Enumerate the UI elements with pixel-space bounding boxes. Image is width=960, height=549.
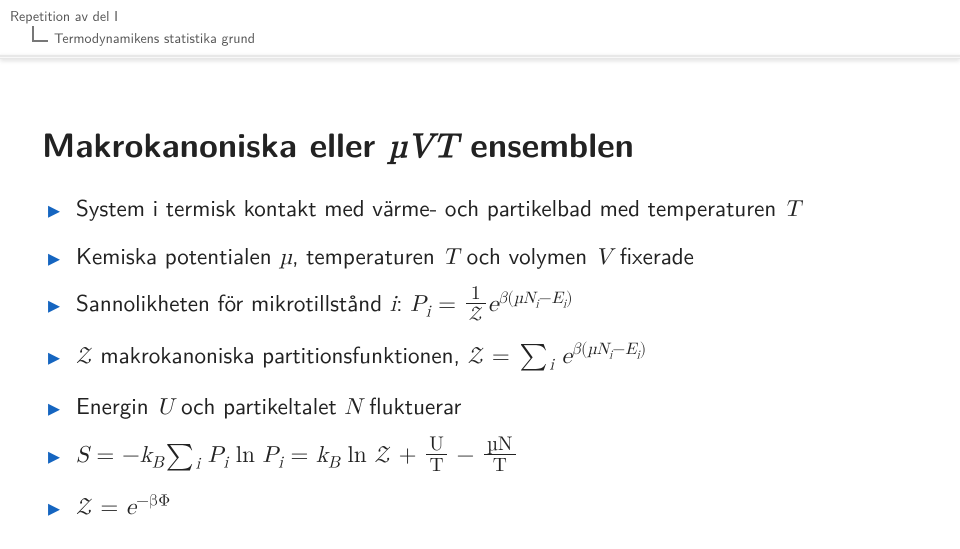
bullet-4-exp: β(µNi−Ei): [572, 342, 647, 358]
breadcrumb: Repetition av del I Termodynamikens stat…: [0, 0, 960, 48]
bullet-3: Sannolikheten för mikrotillstånd i: Pi =…: [42, 285, 918, 327]
bullet-6-eq2: =: [283, 444, 316, 467]
bullet-3-exp: β(µNi−Ei): [498, 291, 573, 307]
bullet-5-suf: fluktuerar: [362, 388, 462, 422]
bullet-6-ln2: ln: [340, 444, 374, 467]
bullet-5-N: N: [344, 396, 361, 419]
bullet-6: S = −kB ∑i Pi ln Pi = kB ln 𝒵 + U T − µN…: [42, 436, 918, 478]
bullet-6-minus: −: [449, 444, 482, 467]
bullet-4: 𝒵 makrokanoniska partitionsfunktionen, 𝒵…: [42, 337, 918, 379]
bullet-6-eq: = −: [89, 444, 140, 467]
bullet-2-mu: µ: [279, 246, 292, 269]
bullet-6-kB-k: k: [140, 444, 152, 467]
title-suffix: ensemblen: [458, 119, 634, 168]
bullet-7-exp: −βΦ: [136, 493, 170, 509]
bullet-1-T: T: [784, 198, 801, 221]
breadcrumb-level-2: Termodynamikens statistika grund: [32, 28, 960, 48]
slide: Repetition av del I Termodynamikens stat…: [0, 0, 960, 549]
bullet-7: 𝒵 = e−βΦ: [42, 488, 918, 526]
bullet-6-plus: +: [391, 444, 424, 467]
bullet-4-Z2: 𝒵: [468, 345, 485, 368]
bullet-2: Kemiska potentialen µ, temperaturen T oc…: [42, 238, 918, 276]
bullet-list: System i termisk kontakt med värme- och …: [42, 190, 918, 525]
bullet-7-e: e: [126, 496, 136, 519]
bullet-3-Pi: P: [410, 293, 426, 316]
bullet-4-text: makrokanoniska partitionsfunktionen,: [93, 337, 468, 371]
bullet-6-fr1-den: T: [426, 455, 447, 476]
bullet-5-pre: Energin: [76, 388, 156, 422]
bullet-4-eq: =: [484, 345, 517, 368]
bullet-3-fr-num: 1: [466, 284, 486, 305]
bullet-6-kB2-k: k: [316, 444, 328, 467]
bullet-2-pre: Kemiska potentialen: [76, 238, 279, 272]
bullet-6-frac-1: U T: [426, 435, 447, 476]
bullet-6-S: S: [76, 444, 89, 467]
title-prefix: Makrokanoniska eller: [42, 119, 388, 168]
bullet-5: Energin U och partikeltalet N fluktuerar: [42, 388, 918, 426]
bullet-1-text: System i termisk kontakt med värme- och …: [76, 190, 784, 224]
bullet-2-V: V: [595, 246, 612, 269]
bullet-6-ln1: ln: [228, 444, 262, 467]
bullet-2-suf: fixerade: [612, 238, 694, 272]
bullet-6-kB2-B: B: [328, 456, 340, 472]
sum-sign-icon-2: ∑: [166, 437, 194, 478]
bullet-6-fr1-num: U: [426, 435, 447, 456]
bullet-3-pre: Sannolikheten för mikrotillstånd: [76, 285, 390, 319]
breadcrumb-level-1-text: Repetition av del I: [10, 6, 118, 26]
breadcrumb-angle-icon: [32, 26, 48, 42]
bullet-6-Z: 𝒵: [374, 444, 391, 467]
bullet-1: System i termisk kontakt med värme- och …: [42, 190, 918, 228]
bullet-6-Pi1: P: [200, 444, 223, 467]
header-divider: [0, 54, 960, 59]
title-math: µVT: [388, 130, 458, 164]
bullet-5-U: U: [156, 396, 173, 419]
bullet-6-kB-B: B: [152, 456, 164, 472]
bullet-6-fr2-num: µN: [484, 435, 516, 456]
bullet-3-fraction: 1 𝒵: [466, 284, 486, 325]
bullet-2-mid: , temperaturen: [292, 238, 442, 272]
bullet-2-T: T: [442, 246, 459, 269]
bullet-7-eq: =: [93, 496, 126, 519]
bullet-7-Z: 𝒵: [76, 496, 93, 519]
bullet-3-fr-den: 𝒵: [466, 304, 486, 325]
bullet-3-colon: :: [396, 285, 410, 319]
sum-sign-icon: ∑: [519, 337, 547, 378]
bullet-3-eq: =: [431, 293, 464, 316]
bullet-6-Pi2: P: [263, 444, 279, 467]
slide-title: Makrokanoniska eller µVT ensemblen: [42, 119, 918, 168]
breadcrumb-level-1: Repetition av del I: [10, 6, 960, 26]
bullet-5-mid: och partikeltalet: [174, 388, 345, 422]
bullet-4-e: e: [554, 345, 572, 368]
bullet-6-fr2-den: T: [484, 455, 516, 476]
bullet-3-e: e: [488, 293, 498, 316]
breadcrumb-level-2-text: Termodynamikens statistika grund: [54, 28, 255, 48]
bullet-6-frac-2: µN T: [484, 435, 516, 476]
slide-content: Makrokanoniska eller µVT ensemblen Syste…: [0, 59, 960, 545]
bullet-4-Z: 𝒵: [76, 345, 93, 368]
bullet-2-mid2: och volymen: [459, 238, 595, 272]
